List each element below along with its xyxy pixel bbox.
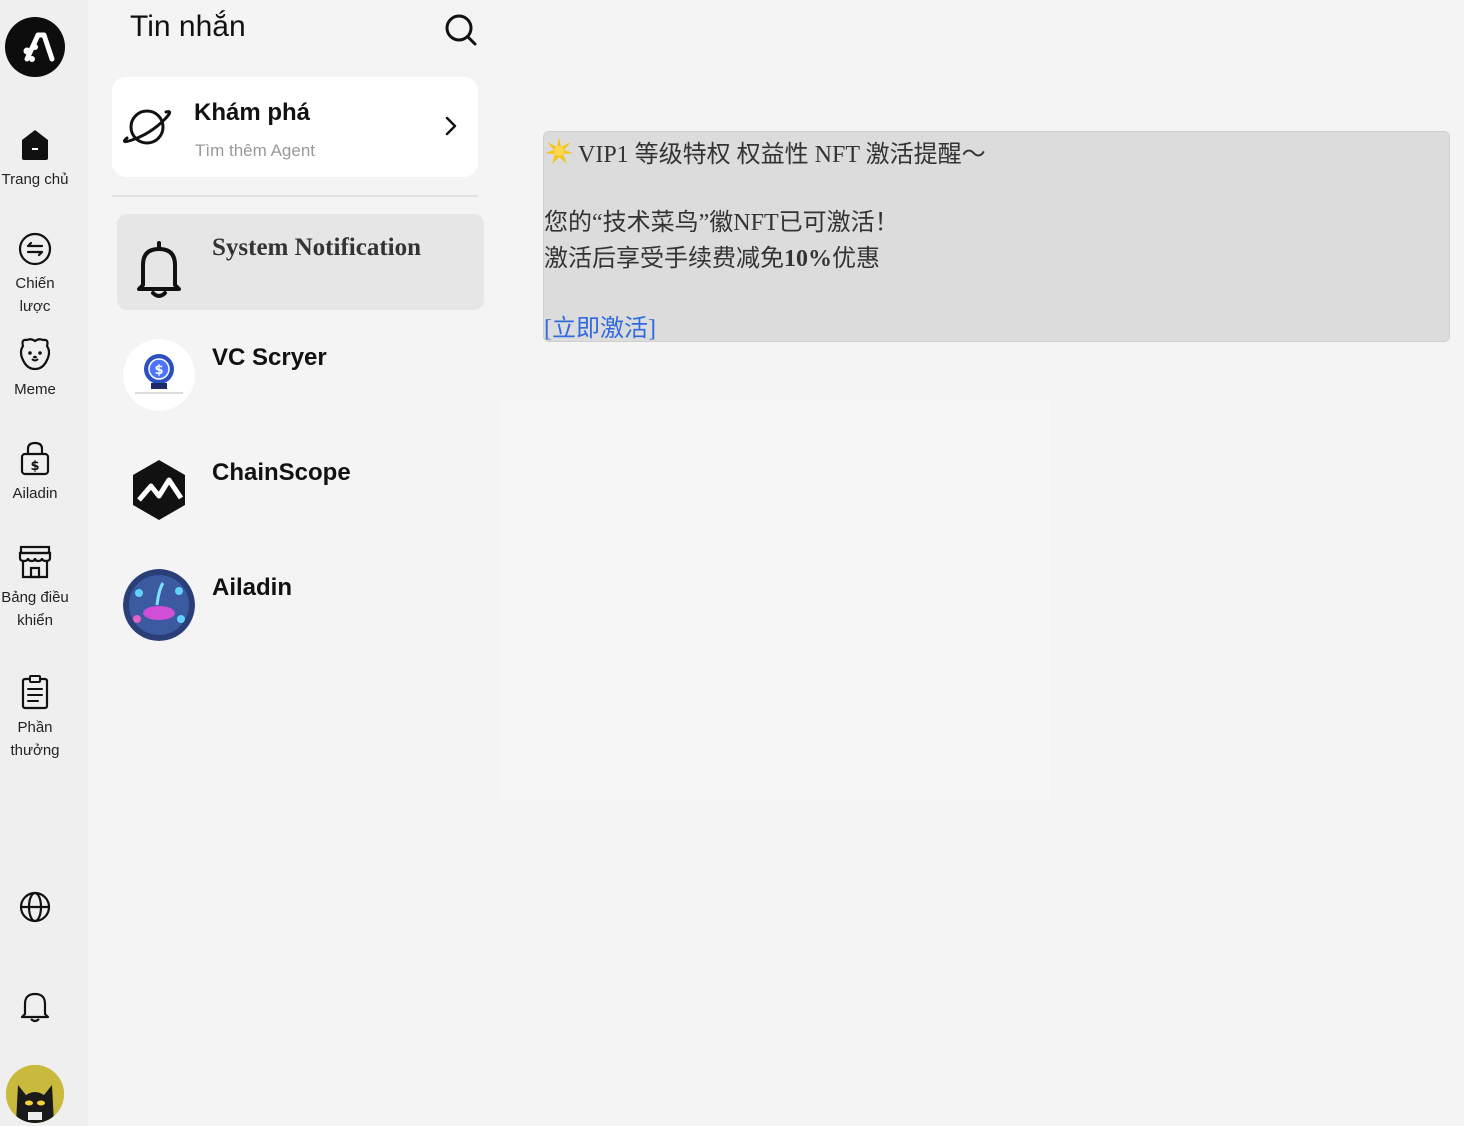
message-text: 优惠 bbox=[832, 246, 880, 272]
messages-panel: Tin nhắn Khám phá Tìm thêm Agent System … bbox=[88, 0, 500, 1126]
explore-card[interactable]: Khám phá Tìm thêm Agent bbox=[112, 77, 478, 177]
svg-text:$: $ bbox=[154, 363, 163, 378]
sidebar-item-dashboard[interactable]: Bảng điều khiển bbox=[0, 544, 70, 632]
message-title-text: VIP1 等级特权 权益性 NFT 激活提醒～ bbox=[578, 142, 986, 168]
conversation-chainscope[interactable]: ChainScope bbox=[117, 439, 484, 535]
sidebar-item-label: Ailadin bbox=[12, 485, 58, 502]
bell-icon bbox=[137, 241, 181, 298]
bell-icon[interactable] bbox=[17, 988, 53, 1024]
conversation-name: Ailadin bbox=[212, 574, 293, 601]
sidebar-item-ailadin[interactable]: $ Ailadin bbox=[0, 440, 70, 505]
sparkle-icon bbox=[545, 137, 573, 164]
vc-scryer-avatar: $ bbox=[123, 339, 195, 411]
explore-title: Khám phá bbox=[194, 99, 311, 126]
logo-icon bbox=[23, 32, 55, 62]
sidebar-item-home[interactable]: Trang chủ bbox=[0, 128, 70, 191]
message-bubble: VIP1 等级特权 权益性 NFT 激活提醒～ 您的“技术菜鸟”徽NFT已可激活… bbox=[543, 131, 1450, 342]
search-icon[interactable] bbox=[443, 12, 479, 48]
message-line: 您的“技术菜鸟”徽NFT已可激活！ bbox=[544, 210, 899, 236]
app-logo[interactable] bbox=[5, 17, 65, 77]
conversation-name: ChainScope bbox=[212, 459, 351, 486]
lock-dollar-icon: $ bbox=[20, 441, 50, 476]
chat-area: VIP1 等级特权 权益性 NFT 激活提醒～ 您的“技术菜鸟”徽NFT已可激活… bbox=[500, 0, 1464, 1126]
sidebar-item-rewards[interactable]: Phần thưởng bbox=[0, 674, 70, 762]
explore-subtitle: Tìm thêm Agent bbox=[195, 141, 315, 160]
planet-icon bbox=[122, 109, 171, 145]
chat-background bbox=[500, 400, 1050, 800]
sidebar-item-label: Chiến lược bbox=[15, 275, 55, 315]
activate-link[interactable]: [立即激活] bbox=[544, 308, 656, 343]
page-title: Tin nhắn bbox=[130, 10, 246, 43]
divider bbox=[112, 195, 478, 197]
conversation-name: VC Scryer bbox=[212, 344, 327, 371]
avatar[interactable] bbox=[6, 1065, 64, 1123]
globe-icon[interactable] bbox=[17, 889, 53, 925]
conversation-ailadin[interactable]: Ailadin bbox=[117, 554, 484, 650]
sidebar-item-meme[interactable]: Meme bbox=[0, 336, 70, 401]
sidebar-item-strategy[interactable]: Chiến lược bbox=[0, 232, 70, 318]
ailadin-avatar bbox=[123, 569, 195, 641]
discount-value: 10% bbox=[784, 246, 832, 272]
message-title: VIP1 等级特权 权益性 NFT 激活提醒～ bbox=[544, 134, 986, 169]
chevron-right-icon bbox=[445, 116, 457, 136]
sidebar-item-label: Meme bbox=[14, 381, 56, 398]
conversation-avatar: $ bbox=[123, 339, 195, 411]
clipboard-icon bbox=[21, 675, 49, 710]
message-line: 激活后享受手续费减免10%优惠 bbox=[544, 238, 880, 273]
home-icon bbox=[22, 130, 48, 160]
sidebar-item-label: Trang chủ bbox=[1, 171, 69, 188]
store-icon bbox=[18, 545, 52, 579]
sidebar-item-label: Bảng điều khiển bbox=[1, 589, 69, 629]
svg-text:$: $ bbox=[30, 459, 39, 474]
conversation-vc-scryer[interactable]: $ VC Scryer bbox=[117, 324, 484, 420]
sidebar-item-label: Phần thưởng bbox=[10, 719, 60, 759]
conversation-avatar bbox=[123, 229, 195, 301]
conversation-system-notification[interactable]: System Notification bbox=[117, 214, 484, 310]
conversation-avatar bbox=[123, 454, 195, 526]
conversation-name: System Notification bbox=[212, 234, 421, 261]
dog-face-icon bbox=[19, 338, 51, 371]
swap-circle-icon bbox=[18, 232, 52, 266]
message-text: 激活后享受手续费减免 bbox=[544, 246, 784, 272]
chainscope-logo bbox=[133, 460, 185, 520]
cat-avatar-icon bbox=[6, 1065, 64, 1123]
conversation-avatar bbox=[123, 569, 195, 641]
sidebar-rail: Trang chủ Chiến lược Meme $ Ailadin Bảng… bbox=[0, 0, 88, 1126]
